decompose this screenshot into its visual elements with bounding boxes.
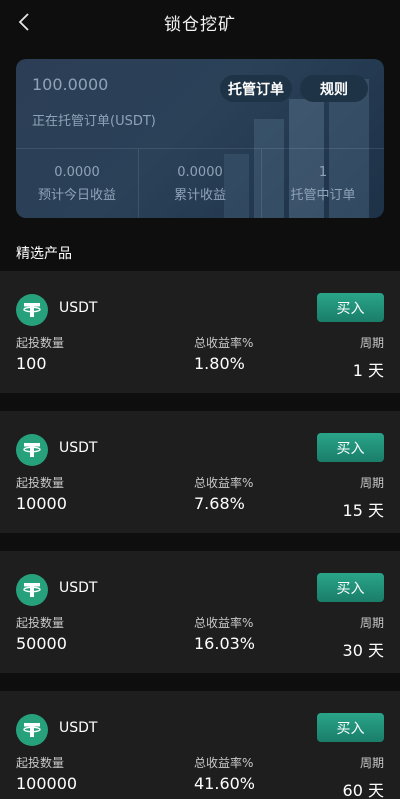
product-card: USDT 买入 起投数量 总收益率% 周期 100 1.80% 1 天 [0,271,400,393]
header: 锁仓挖矿 [0,0,400,44]
buy-button[interactable]: 买入 [317,713,384,742]
min-amount-value: 100 [16,354,47,373]
stat-value: 1 [318,164,328,180]
coin-name: USDT [59,440,98,456]
rate-label: 总收益率% [194,476,254,490]
chevron-left-icon [18,13,29,31]
hosted-orders-button[interactable]: 托管订单 [220,75,292,102]
product-card: USDT 买入 起投数量 总收益率% 周期 50000 16.03% 30 天 [0,551,400,673]
tether-icon [16,434,48,466]
min-amount-value: 50000 [16,634,67,653]
stat-value: 0.0000 [177,164,223,180]
min-amount-label: 起投数量 [16,616,65,630]
period-value: 1 天 [352,361,384,380]
hosted-amount: 100.0000 [32,75,109,94]
coin-name: USDT [59,580,98,596]
period-value: 15 天 [342,501,384,520]
rules-button[interactable]: 规则 [300,75,368,102]
product-card: USDT 买入 起投数量 总收益率% 周期 100000 41.60% 60 天 [0,691,400,799]
coin-name: USDT [59,720,98,736]
tether-icon [16,574,48,606]
buy-button[interactable]: 买入 [317,573,384,602]
min-amount-value: 100000 [16,774,78,793]
period-label: 周期 [359,616,384,630]
rate-value: 1.80% [194,354,245,373]
rate-value: 16.03% [194,634,256,653]
section-title: 精选产品 [16,246,72,262]
period-label: 周期 [359,476,384,490]
min-amount-label: 起投数量 [16,756,65,770]
period-value: 60 天 [342,781,384,799]
rate-value: 7.68% [194,494,245,513]
period-label: 周期 [359,336,384,350]
period-value: 30 天 [342,641,384,660]
summary-card: 100.0000 正在托管订单(USDT) 托管订单 规则 0.0000 预计今… [16,59,384,218]
period-label: 周期 [359,756,384,770]
stat-label: 预计今日收益 [37,187,116,203]
min-amount-label: 起投数量 [16,336,65,350]
stat-active-orders: 1 托管中订单 [262,149,384,218]
buy-button[interactable]: 买入 [317,293,384,322]
stat-value: 0.0000 [54,164,100,180]
stat-label: 托管中订单 [290,187,356,203]
min-amount-value: 10000 [16,494,67,513]
stat-total-earnings: 0.0000 累计收益 [139,149,262,218]
stat-today-earnings: 0.0000 预计今日收益 [16,149,139,218]
page-title: 锁仓挖矿 [164,14,236,35]
hosted-amount-label: 正在托管订单(USDT) [32,114,156,129]
stat-label: 累计收益 [173,187,226,203]
back-button[interactable] [10,8,38,36]
min-amount-label: 起投数量 [16,476,65,490]
rate-label: 总收益率% [194,336,254,350]
coin-name: USDT [59,300,98,316]
product-card: USDT 买入 起投数量 总收益率% 周期 10000 7.68% 15 天 [0,411,400,533]
stats-row: 0.0000 预计今日收益 0.0000 累计收益 1 托管中订单 [16,149,384,218]
tether-icon [16,714,48,746]
rate-label: 总收益率% [194,616,254,630]
rate-label: 总收益率% [194,756,254,770]
tether-icon [16,294,48,326]
buy-button[interactable]: 买入 [317,433,384,462]
rate-value: 41.60% [194,774,256,793]
